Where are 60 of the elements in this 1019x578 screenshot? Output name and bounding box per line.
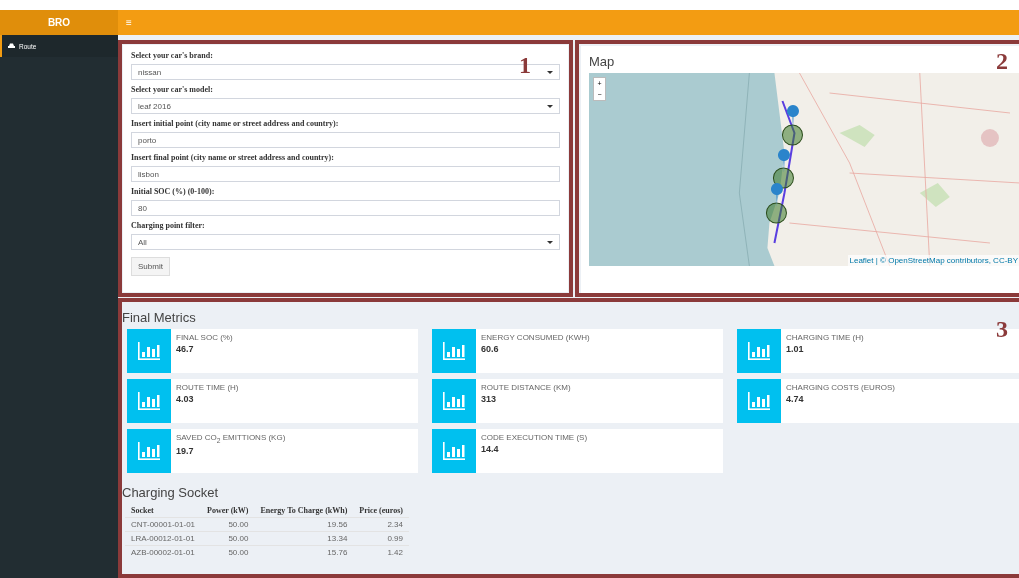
bar-chart-icon — [138, 442, 160, 460]
section-title: Charging Socket — [122, 485, 220, 500]
column-header: Energy To Charge (kWh) — [254, 504, 354, 518]
metric-value: 14.4 — [480, 443, 500, 454]
map-attribution: Leaflet | © OpenStreetMap contributors, CC-BY — [847, 255, 1019, 266]
field-label: Charging point filter: — [131, 221, 206, 231]
metric-label: SAVED CO$_{2}$ EMITTIONS (KG) — [175, 432, 286, 444]
submit-button[interactable]: Submit — [131, 257, 170, 276]
dropdown[interactable]: leaf 2016 — [131, 98, 560, 114]
bar-chart-icon — [443, 342, 465, 360]
field-label: Select your car's brand: — [131, 51, 214, 61]
field-label: Initial SOC (%) (0-100): — [131, 187, 216, 197]
metric-value: 1.01 — [785, 343, 805, 354]
metric-label: FINAL SOC (%) — [175, 332, 233, 342]
panel-title: Map — [589, 54, 615, 69]
dropdown[interactable]: All — [131, 234, 560, 250]
annotation-number: 2 — [996, 48, 1008, 75]
table-cell: 50.00 — [201, 517, 255, 532]
app-logo: BRO — [0, 10, 118, 35]
field-label: Insert initial point (city name or street address and country): — [131, 119, 340, 129]
table-cell: 50.00 — [201, 531, 255, 546]
table-cell: 50.00 — [201, 545, 255, 559]
table-cell: 2.34 — [353, 517, 409, 532]
metric-label: CHARGING COSTS (EUROS) — [785, 382, 895, 392]
bar-chart-icon — [138, 392, 160, 410]
column-header: Price (euros) — [353, 504, 409, 518]
table-cell: 13.34 — [254, 531, 354, 546]
bar-chart-icon — [443, 442, 465, 460]
bar-chart-icon — [443, 392, 465, 410]
metric-label: ROUTE DISTANCE (KM) — [480, 382, 571, 392]
bar-chart-icon — [138, 342, 160, 360]
metric-value: 313 — [480, 393, 498, 404]
metric-label: CHARGING TIME (H) — [785, 332, 864, 342]
input-field[interactable]: lisbon — [131, 166, 560, 182]
table-cell: 1.42 — [353, 545, 409, 559]
input-field[interactable]: 80 — [131, 200, 560, 216]
annotation-number: 3 — [996, 316, 1008, 343]
metric-label: ROUTE TIME (H) — [175, 382, 239, 392]
column-header: Socket — [125, 504, 202, 518]
table-cell: CNT-00001-01-01 — [125, 517, 202, 532]
field-label: Insert final point (city name or street address and country): — [131, 153, 335, 163]
section-title: Final Metrics — [122, 310, 197, 325]
metric-label: ENERGY CONSUMED (KWH) — [480, 332, 590, 342]
table-cell: 19.56 — [254, 517, 354, 532]
table-cell: AZB-00002-01-01 — [125, 545, 202, 559]
metric-value: 4.03 — [175, 393, 195, 404]
table-cell: 15.76 — [254, 545, 354, 559]
metric-value: 4.74 — [785, 393, 805, 404]
metric-label: CODE EXECUTION TIME (S) — [480, 432, 588, 442]
field-label: Select your car's model: — [131, 85, 214, 95]
car-icon — [8, 43, 15, 49]
bar-chart-icon — [748, 342, 770, 360]
column-header: Power (kW) — [201, 504, 255, 518]
table-cell: LRA-00012-01-01 — [125, 531, 202, 546]
metric-value: 60.6 — [480, 343, 500, 354]
metric-value: 19.7 — [175, 444, 195, 456]
input-field[interactable]: porto — [131, 132, 560, 148]
metric-value: 46.7 — [175, 343, 195, 354]
bar-chart-icon — [748, 392, 770, 410]
table-cell: 0.99 — [353, 531, 409, 546]
